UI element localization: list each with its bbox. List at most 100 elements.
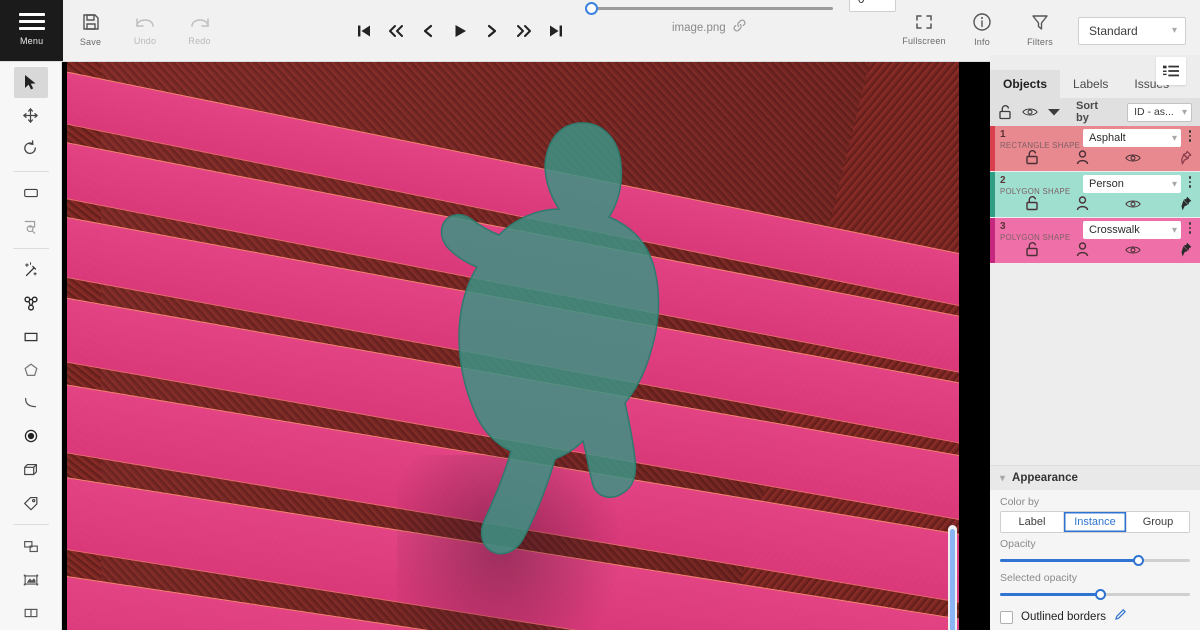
point-tool[interactable]: [14, 421, 48, 452]
fullscreen-label: Fullscreen: [902, 36, 946, 46]
fullscreen-button[interactable]: Fullscreen: [896, 13, 952, 48]
group-shapes-tool[interactable]: [14, 531, 48, 562]
lock-all-icon[interactable]: [998, 104, 1012, 120]
quality-dropdown[interactable]: Standard ▾: [1078, 16, 1187, 45]
color-by-group[interactable]: Group: [1127, 512, 1189, 532]
polyline-tool[interactable]: [14, 388, 48, 419]
cuboid-tool[interactable]: [14, 454, 48, 485]
object-row[interactable]: 3 POLYGON SHAPE Crosswalk ▾: [990, 218, 1200, 263]
filters-button[interactable]: Filters: [1012, 12, 1068, 49]
smart-scissors-tool[interactable]: [14, 288, 48, 319]
magic-wand-tool[interactable]: [14, 255, 48, 286]
fit-image-tool[interactable]: [14, 178, 48, 209]
funnel-icon: [1030, 12, 1050, 32]
skip-to-start-button[interactable]: [349, 11, 379, 51]
panel-toggle-button[interactable]: [1156, 57, 1186, 85]
opacity-slider[interactable]: [1000, 553, 1190, 567]
chevron-down-icon: ▾: [1171, 178, 1177, 190]
object-action-icons: [1025, 196, 1192, 211]
skip-to-end-button[interactable]: [541, 11, 571, 51]
selected-opacity-slider-knob[interactable]: [1095, 588, 1107, 600]
info-circle-icon: [972, 12, 992, 32]
annotation-tool-window: Menu Save Undo Redo image.png Fullscreen…: [0, 0, 1200, 630]
zoom-region-tool[interactable]: [14, 211, 48, 242]
object-more-menu[interactable]: [1184, 222, 1196, 234]
undo-button[interactable]: Undo: [118, 0, 173, 61]
previous-frame-button[interactable]: [413, 11, 443, 51]
save-label: Save: [79, 37, 102, 47]
appearance-header[interactable]: ▾ Appearance: [990, 466, 1200, 490]
object-lock-icon[interactable]: [1025, 150, 1039, 165]
object-pin-icon[interactable]: [1178, 150, 1192, 165]
object-row[interactable]: 2 POLYGON SHAPE Person ▾: [990, 172, 1200, 217]
object-label-dropdown[interactable]: Person ▾: [1083, 175, 1181, 193]
object-pin-icon[interactable]: [1178, 242, 1192, 257]
color-by-instance[interactable]: Instance: [1064, 512, 1127, 532]
crosswalk-photo: [67, 55, 959, 630]
selected-opacity-label: Selected opacity: [1000, 572, 1078, 584]
next-frame-button[interactable]: [477, 11, 507, 51]
canvas-vertical-scrollbar[interactable]: [948, 525, 957, 630]
color-by-label: Color by: [1000, 496, 1040, 508]
outlined-borders-checkbox[interactable]: [1000, 610, 1013, 624]
object-visibility-icon[interactable]: [1125, 152, 1142, 164]
sort-by-dropdown[interactable]: ID - as... ▾: [1127, 102, 1192, 122]
frame-slider[interactable]: [584, 0, 833, 16]
opacity-row: Opacity: [1000, 538, 1190, 567]
object-label-dropdown[interactable]: Crosswalk ▾: [1083, 221, 1181, 239]
object-row-body: 3 POLYGON SHAPE Crosswalk ▾: [995, 218, 1200, 263]
selected-opacity-slider[interactable]: [1000, 587, 1190, 601]
outlined-borders-row: Outlined borders: [1000, 608, 1190, 626]
object-pin-icon[interactable]: [1178, 196, 1192, 211]
frame-number-input[interactable]: 0: [848, 0, 897, 12]
forward-fast-button[interactable]: [509, 11, 539, 51]
object-label-dropdown[interactable]: Asphalt ▾: [1083, 129, 1181, 147]
tab-objects[interactable]: Objects: [990, 70, 1061, 98]
filters-label: Filters: [1027, 37, 1053, 47]
rewind-fast-button[interactable]: [381, 11, 411, 51]
save-button[interactable]: Save: [63, 0, 118, 61]
split-view-tool[interactable]: [14, 598, 48, 629]
collapse-all-icon[interactable]: [1048, 108, 1060, 116]
sort-by-label: Sort by: [1076, 100, 1098, 124]
select-cursor-tool[interactable]: [13, 67, 48, 99]
move-tool[interactable]: [14, 100, 48, 131]
object-occluded-icon[interactable]: [1076, 196, 1089, 211]
chevron-down-icon: ▾: [1181, 106, 1187, 118]
play-button[interactable]: [445, 11, 475, 51]
object-visibility-icon[interactable]: [1125, 244, 1142, 256]
object-occluded-icon[interactable]: [1076, 150, 1089, 165]
object-lock-icon[interactable]: [1025, 196, 1039, 211]
tag-tool[interactable]: [14, 487, 48, 518]
color-by-segmented-control: Label Instance Group: [1000, 511, 1190, 533]
object-more-menu[interactable]: [1184, 176, 1196, 188]
link-icon[interactable]: [733, 19, 746, 37]
info-button[interactable]: Info: [954, 12, 1010, 49]
person-mask-overlay[interactable]: [397, 115, 677, 555]
object-row[interactable]: 1 RECTANGLE SHAPE Asphalt ▾: [990, 126, 1200, 171]
polygon-tool[interactable]: [14, 354, 48, 385]
hide-all-icon[interactable]: [1022, 106, 1038, 118]
toolbar-divider: [12, 247, 49, 249]
opacity-slider-knob[interactable]: [1133, 554, 1145, 566]
edit-pencil-icon[interactable]: [1114, 608, 1127, 626]
object-more-menu[interactable]: [1184, 130, 1196, 142]
opacity-label: Opacity: [1000, 538, 1036, 550]
merge-shapes-tool[interactable]: [14, 565, 48, 596]
menu-button[interactable]: Menu: [0, 0, 64, 61]
object-visibility-icon[interactable]: [1125, 198, 1142, 210]
right-toolbar-group: Fullscreen Info Filters Standard ▾: [896, 0, 1200, 61]
quality-value: Standard: [1089, 23, 1138, 38]
image-canvas[interactable]: [67, 55, 959, 630]
object-lock-icon[interactable]: [1025, 242, 1039, 257]
redo-button[interactable]: Redo: [172, 0, 227, 61]
color-by-label[interactable]: Label: [1001, 512, 1064, 532]
undo-label: Undo: [133, 36, 157, 46]
undo-arrow-icon: [134, 13, 156, 31]
rotate-tool[interactable]: [14, 133, 48, 164]
object-occluded-icon[interactable]: [1076, 242, 1089, 257]
objects-list: 1 RECTANGLE SHAPE Asphalt ▾ 2 POLYGON SHAPE Pe…: [990, 126, 1200, 264]
tab-labels[interactable]: Labels: [1060, 70, 1121, 98]
rectangle-tool[interactable]: [14, 321, 48, 352]
frame-slider-knob[interactable]: [584, 1, 598, 15]
